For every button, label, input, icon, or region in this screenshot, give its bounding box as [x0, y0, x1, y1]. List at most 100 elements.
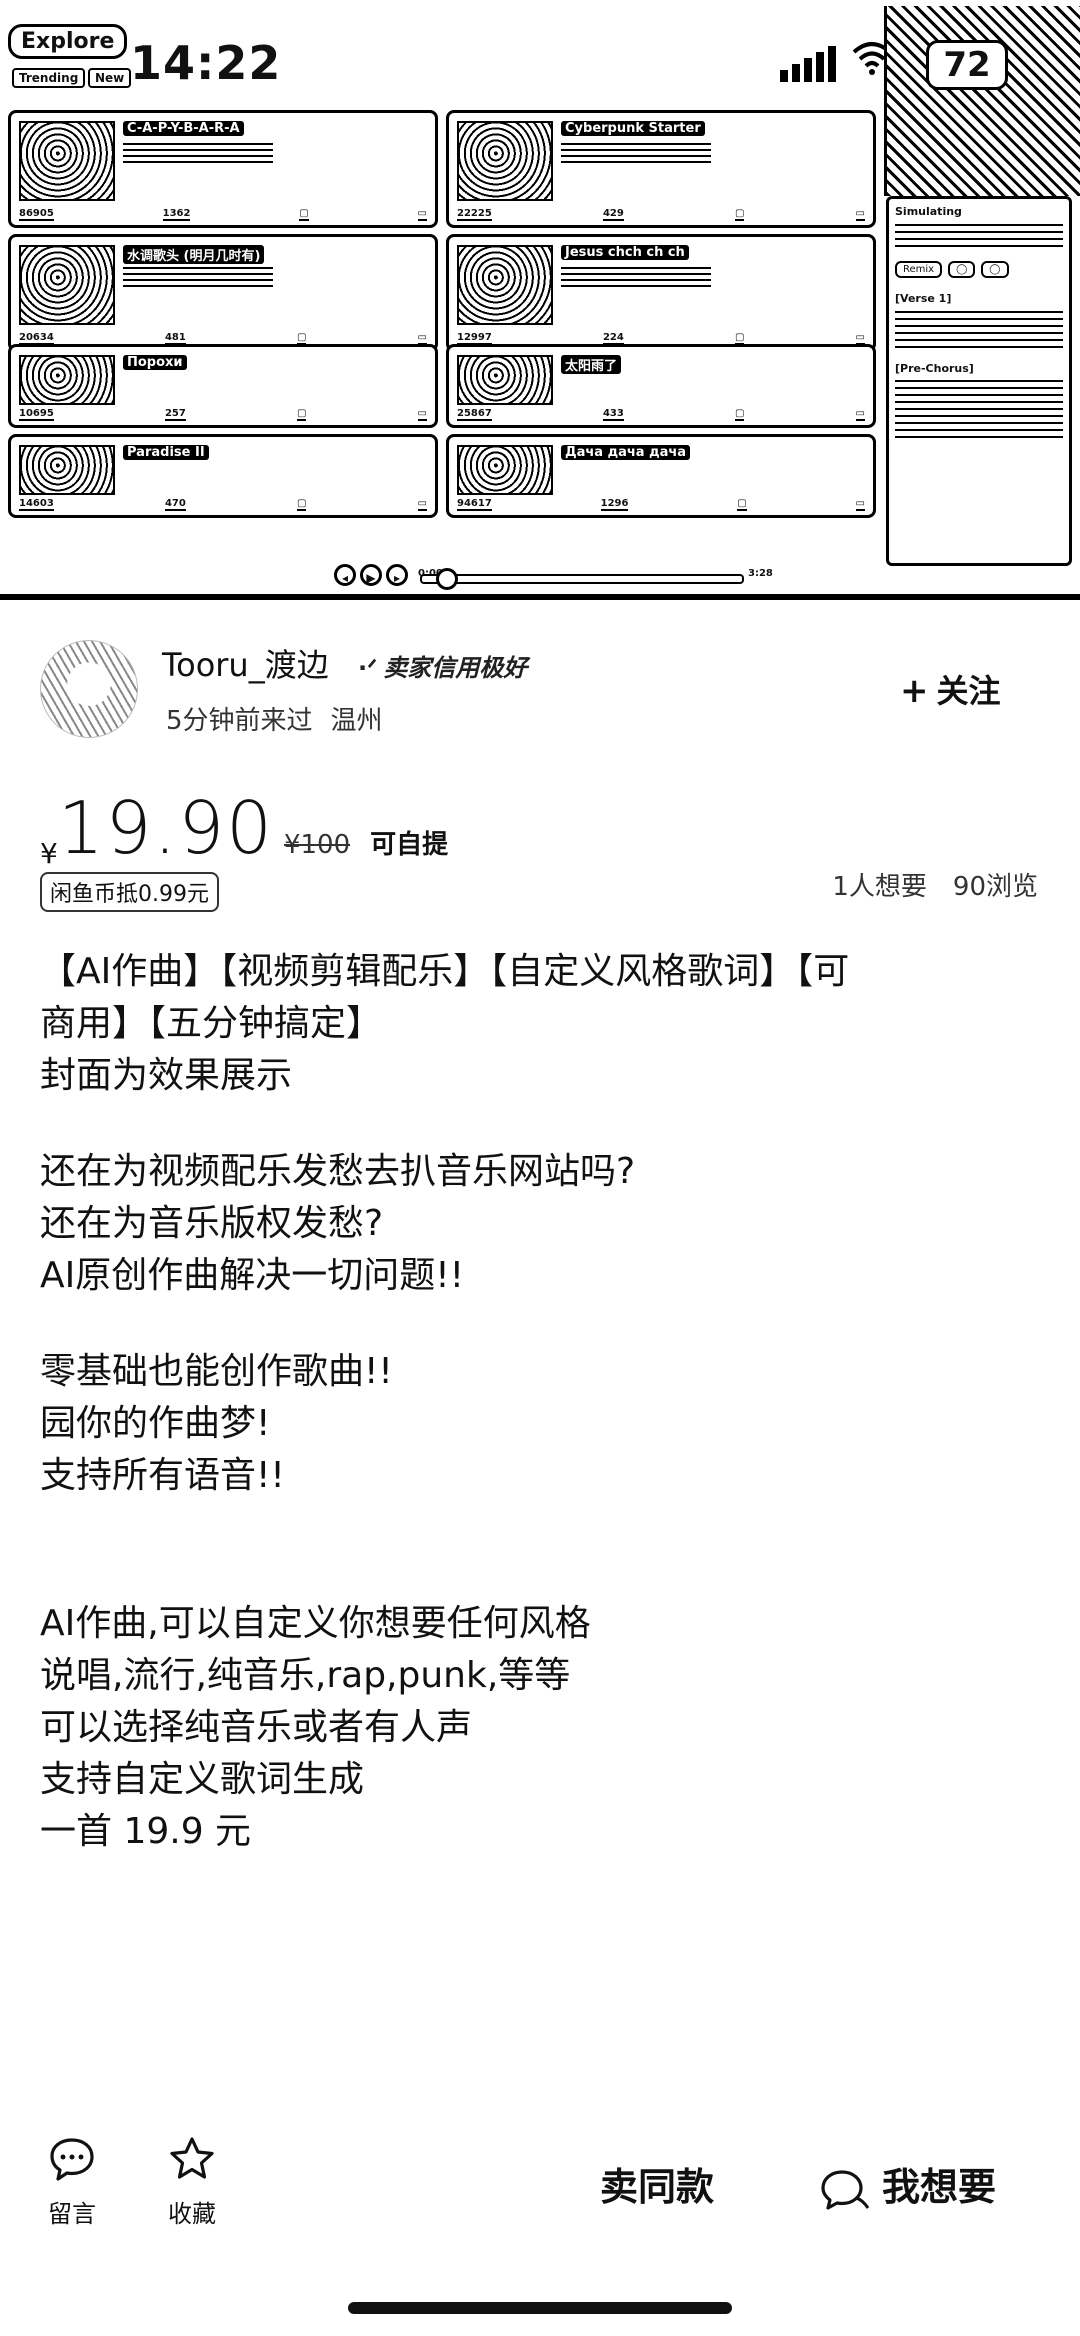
song-likes: 1362: [162, 208, 191, 221]
song-thumbnail: [19, 121, 115, 201]
view-count: 90浏览: [952, 872, 1038, 902]
song-desc: [123, 141, 273, 163]
song-card: 水调歌头 (明月几时有) 20634 481 ▢ ▭: [8, 234, 438, 352]
comment-button[interactable]: 留言: [32, 2134, 112, 2229]
seller-avatar[interactable]: [40, 640, 138, 738]
song-title: 太阳雨了: [561, 355, 622, 374]
song-card: 太阳雨了 25867 433 ▢ ▭: [446, 344, 876, 428]
signal-icon: [780, 46, 840, 82]
song-card: Paradise II 14603 470 ▢ ▭: [8, 434, 438, 518]
price-currency: ¥: [40, 837, 58, 870]
song-thumbnail: [19, 355, 115, 405]
last-seen: 5分钟前来过: [166, 706, 313, 736]
song-thumbnail: [19, 445, 115, 495]
desc-line: 商用】【五分钟搞定】: [40, 1003, 383, 1044]
song-likes: 257: [164, 408, 186, 421]
song-likes: 433: [602, 408, 624, 421]
desc-line: 还在为音乐版权发愁?: [40, 1203, 384, 1244]
song-title: Cyberpunk Starter: [561, 121, 705, 136]
song-thumbnail: [457, 355, 553, 405]
price-amount: 19.90: [57, 786, 274, 870]
price-row: ¥19.90 ¥100 可自提: [40, 786, 448, 870]
bottom-action-bar: 留言 收藏 卖同款 我想要: [0, 2120, 1080, 2260]
desc-line: 园你的作曲梦!: [40, 1403, 271, 1444]
seller-name[interactable]: Tooru_渡边: [162, 640, 329, 686]
desc-line: 【AI作曲】【视频剪辑配乐】【自定义风格歌词】【可: [40, 951, 850, 992]
song-thumbnail: [457, 445, 553, 495]
player-end-time: 3:28: [748, 568, 773, 579]
seller-city: 温州: [330, 706, 383, 736]
desc-line: 封面为效果展示: [40, 1055, 293, 1096]
desc-line: 可以选择纯音乐或者有人声: [40, 1707, 473, 1748]
song-thumbnail: [457, 245, 553, 325]
song-title: Paradise II: [123, 445, 209, 460]
song-thumbnail: [457, 121, 553, 201]
cover-artwork: [884, 6, 1080, 196]
song-plays: 22225: [457, 208, 492, 221]
plus-icon: +: [900, 671, 929, 711]
comment-icon: [50, 2138, 94, 2181]
cover-time: 14:22: [130, 36, 282, 90]
want-label: 我想要: [882, 2165, 997, 2209]
song-desc: [561, 141, 711, 163]
cover-tab-new: New: [88, 68, 132, 88]
panel-heading: Simulating: [895, 205, 962, 218]
seller-meta: 5分钟前来过 温州: [166, 700, 383, 737]
cover-song-grid: C-A-P-Y-B-A-R-A 86905 1362 ▢ ▭ Cyberpunk St…: [8, 110, 880, 560]
favorite-button[interactable]: 收藏: [152, 2134, 232, 2229]
song-card: Jesus chch ch ch 12997 224 ▢ ▭: [446, 234, 876, 352]
song-title: C-A-P-Y-B-A-R-A: [123, 121, 244, 136]
desc-line: 支持所有语音!!: [40, 1455, 285, 1496]
song-card: Cyberpunk Starter 22225 429 ▢ ▭: [446, 110, 876, 228]
song-likes: 429: [602, 208, 624, 221]
desc-line: 还在为视频配乐发愁去扒音乐网站吗?: [40, 1151, 636, 1192]
song-title: Порохи: [123, 355, 187, 370]
cover-player-bar: ◂ ▶ ▸ 0:00 3:28: [0, 560, 1080, 594]
desc-line: AI原创作曲解决一切问题!!: [40, 1255, 465, 1296]
sell-same-button[interactable]: 卖同款: [600, 2156, 714, 2211]
follow-label: 关注: [936, 672, 1001, 710]
pickup-tag: 可自提: [370, 830, 449, 860]
progress-bar: [420, 574, 744, 584]
want-count: 1人想要: [832, 872, 927, 902]
song-title: Дача дача дача: [561, 445, 691, 460]
favorite-label: 收藏: [168, 2200, 216, 2228]
cover-app-label: Explore: [8, 24, 128, 59]
song-title: Jesus chch ch ch: [561, 245, 689, 260]
credit-icon: ·ᐟ: [358, 654, 378, 682]
star-icon: [170, 2137, 214, 2179]
desc-line: AI作曲,可以自定义你想要任何风格: [40, 1603, 591, 1644]
song-likes: 1296: [600, 498, 629, 511]
credit-label: 卖家信用极好: [383, 654, 528, 682]
play-icon: ▶: [360, 564, 382, 586]
cover-image[interactable]: Explore Trending New 14:22 72 C-A-P-Y-B-…: [0, 0, 1080, 600]
desc-line: 说唱,流行,纯音乐,rap,punk,等等: [40, 1655, 571, 1696]
song-plays: 25867: [457, 408, 492, 421]
remix-button: Remix: [895, 261, 943, 278]
follow-button[interactable]: + 关注: [900, 666, 1001, 712]
desc-line: 一首 19.9 元: [40, 1811, 252, 1852]
cover-topbar: Explore Trending New 14:22: [0, 0, 892, 110]
song-plays: 94617: [457, 498, 492, 511]
song-plays: 14603: [19, 498, 54, 511]
want-button[interactable]: 我想要: [820, 2156, 996, 2212]
coin-discount-tag[interactable]: 闲鱼币抵0.99元: [40, 872, 219, 912]
original-price: ¥100: [283, 830, 351, 860]
item-stats: 1人想要 90浏览: [832, 866, 1038, 903]
seller-credit-badge[interactable]: ·ᐟ 卖家信用极好: [358, 648, 527, 683]
song-plays: 86905: [19, 208, 54, 221]
desc-line: 支持自定义歌词生成: [40, 1759, 365, 1800]
item-description: 【AI作曲】【视频剪辑配乐】【自定义风格歌词】【可 商用】【五分钟搞定】 封面为…: [40, 946, 1050, 1858]
next-icon: ▸: [386, 564, 408, 586]
prev-icon: ◂: [334, 564, 356, 586]
song-desc: [123, 265, 273, 287]
song-desc: [561, 265, 711, 287]
cover-tab-trending: Trending: [12, 68, 86, 88]
home-indicator[interactable]: [348, 2302, 732, 2314]
progress-knob: [436, 568, 458, 590]
song-card: C-A-P-Y-B-A-R-A 86905 1362 ▢ ▭: [8, 110, 438, 228]
chat-icon: [821, 2169, 870, 2210]
cover-lyrics-panel: Simulating Remix ◯ ◯ [Verse 1] [Pre-Chorus…: [886, 196, 1072, 566]
panel-verse: [Verse 1]: [895, 292, 952, 305]
comment-label: 留言: [48, 2200, 96, 2228]
